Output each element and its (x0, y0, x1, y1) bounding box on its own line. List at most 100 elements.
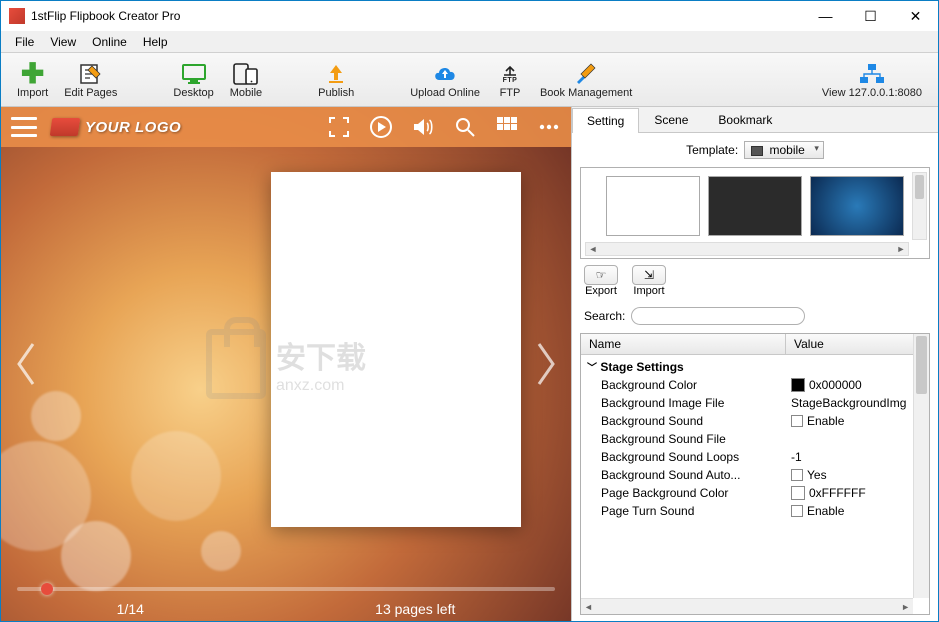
group-stage-settings[interactable]: ﹀ Stage Settings (581, 355, 929, 376)
page-indicator: 1/14 (117, 601, 144, 617)
menu-view[interactable]: View (42, 33, 84, 51)
play-icon[interactable] (369, 115, 393, 139)
setting-row[interactable]: Page Turn SoundEnable (581, 502, 929, 520)
window-title: 1stFlip Flipbook Creator Pro (31, 9, 803, 23)
setting-value[interactable]: -1 (791, 450, 929, 464)
mobile-thumb-icon (751, 146, 763, 156)
menu-file[interactable]: File (7, 33, 42, 51)
setting-name: Page Turn Sound (601, 504, 791, 518)
monitor-icon (180, 61, 208, 87)
desktop-label: Desktop (173, 87, 213, 99)
book-icon (50, 118, 81, 136)
checkbox-icon[interactable] (791, 505, 803, 517)
pages-left: 13 pages left (375, 601, 455, 617)
setting-row[interactable]: Background Sound File (581, 430, 929, 448)
template-thumbnails: White Black Abstract ◄► (580, 167, 930, 259)
setting-value[interactable]: Yes (791, 468, 929, 482)
tab-setting[interactable]: Setting (572, 108, 639, 133)
ftp-label: FTP (500, 87, 521, 99)
app-icon (9, 8, 25, 24)
view-address-button[interactable]: View 127.0.0.1:8080 (814, 55, 930, 105)
setting-row[interactable]: Page Background Color0xFFFFFF (581, 484, 929, 502)
import-settings-button[interactable]: ⇲ Import (632, 265, 666, 297)
search-icon[interactable] (453, 115, 477, 139)
checkbox-icon[interactable] (791, 469, 803, 481)
setting-value-text: 0x000000 (809, 378, 862, 392)
page-slider[interactable] (17, 587, 555, 591)
thumbs-scrollbar-h[interactable]: ◄► (585, 242, 909, 256)
minimize-button[interactable]: — (803, 1, 848, 31)
group-label: Stage Settings (600, 360, 683, 374)
desktop-button[interactable]: Desktop (165, 55, 221, 105)
tab-bookmark[interactable]: Bookmark (703, 107, 787, 132)
setting-row[interactable]: Background Color 0x000000 (581, 376, 929, 394)
mobile-button[interactable]: Mobile (222, 55, 270, 105)
ftp-button[interactable]: FTP FTP (488, 55, 532, 105)
mobile-label: Mobile (230, 87, 262, 99)
logo-text: YOUR LOGO (85, 119, 181, 136)
next-page-button[interactable] (531, 334, 561, 394)
checkbox-icon[interactable] (791, 415, 803, 427)
volume-icon[interactable] (411, 115, 435, 139)
search-input[interactable] (631, 307, 805, 325)
setting-name: Background Sound File (601, 432, 791, 446)
tab-scene[interactable]: Scene (639, 107, 703, 132)
edit-pages-button[interactable]: Edit Pages (56, 55, 125, 105)
upload-online-button[interactable]: Upload Online (402, 55, 488, 105)
setting-row[interactable]: Background Image FileStageBackgroundImg (581, 394, 929, 412)
import-settings-label: Import (633, 285, 664, 297)
book-management-button[interactable]: Book Management (532, 55, 640, 105)
setting-name: Background Sound (601, 414, 791, 428)
edit-pages-label: Edit Pages (64, 87, 117, 99)
prev-page-button[interactable] (11, 334, 41, 394)
setting-row[interactable]: Background Sound Auto...Yes (581, 466, 929, 484)
grid-icon[interactable] (495, 115, 519, 139)
export-label: Export (585, 285, 617, 297)
setting-name: Background Image File (601, 396, 791, 410)
setting-value[interactable]: Enable (791, 504, 929, 518)
plus-icon: ✚ (19, 61, 47, 87)
edit-icon (77, 61, 105, 87)
devices-icon (232, 61, 260, 87)
grid-scrollbar-v[interactable] (913, 334, 929, 598)
network-icon (858, 61, 886, 87)
fullscreen-icon[interactable] (327, 115, 351, 139)
book-mgmt-label: Book Management (540, 87, 632, 99)
chevron-down-icon: ﹀ (587, 363, 597, 374)
publish-button[interactable]: Publish (310, 55, 362, 105)
setting-row[interactable]: Background SoundEnable (581, 412, 929, 430)
import-button[interactable]: ✚ Import (9, 55, 56, 105)
setting-row[interactable]: Background Sound Loops-1 (581, 448, 929, 466)
setting-value[interactable]: 0x000000 (791, 378, 929, 392)
more-icon[interactable] (537, 115, 561, 139)
upload-arrow-icon (322, 61, 350, 87)
cloud-upload-icon (431, 61, 459, 87)
setting-value[interactable]: 0xFFFFFF (791, 486, 929, 500)
grid-scrollbar-h[interactable]: ◄► (581, 598, 913, 614)
view-address-label: View 127.0.0.1:8080 (822, 87, 922, 99)
menu-help[interactable]: Help (135, 33, 176, 51)
setting-value[interactable]: Enable (791, 414, 929, 428)
tools-icon (572, 61, 600, 87)
template-value: mobile (770, 143, 805, 157)
template-select[interactable]: mobile (744, 141, 824, 159)
thumbs-scrollbar-v[interactable] (912, 172, 927, 240)
ftp-icon: FTP (496, 61, 524, 87)
settings-grid: Name Value ﹀ Stage Settings Background C… (580, 333, 930, 615)
import-label: Import (17, 87, 48, 99)
template-label: Template: (686, 143, 738, 157)
col-name[interactable]: Name (581, 334, 786, 354)
setting-value-text: -1 (791, 450, 802, 464)
setting-value[interactable] (791, 432, 929, 446)
search-label: Search: (584, 309, 625, 323)
menu-online[interactable]: Online (84, 33, 135, 51)
setting-name: Background Color (601, 378, 791, 392)
close-button[interactable]: ✕ (893, 1, 938, 31)
setting-value[interactable]: StageBackgroundImg (791, 396, 929, 410)
col-value[interactable]: Value (786, 334, 929, 354)
export-button[interactable]: ☞ Export (584, 265, 618, 297)
menu-hamburger-icon[interactable] (11, 117, 37, 137)
preview-pane: YOUR LOGO 安下载 anxz.com (1, 107, 571, 621)
setting-name: Page Background Color (601, 486, 791, 500)
maximize-button[interactable]: ☐ (848, 1, 893, 31)
